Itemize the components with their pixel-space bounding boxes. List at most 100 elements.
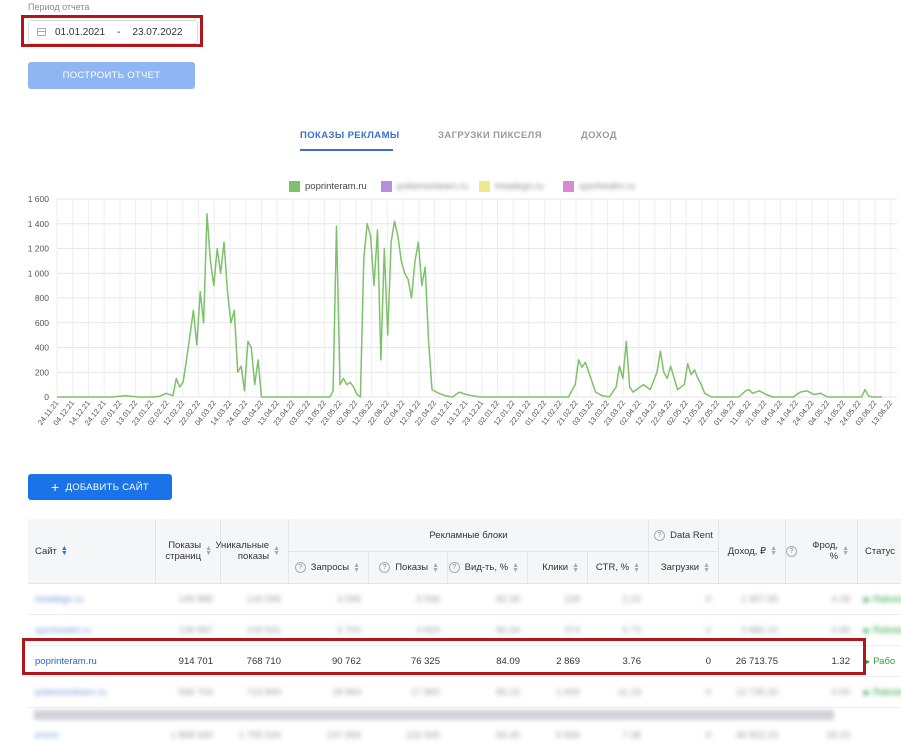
col-header-income[interactable]: Доход, ₽ ▲ ▼	[719, 519, 786, 584]
col-header-requests[interactable]: ? Запросы ▲ ▼	[289, 552, 369, 584]
chart-grid	[56, 198, 897, 398]
cell-text: 82.39	[496, 594, 520, 605]
sort-icon: ▲ ▼	[60, 545, 68, 557]
help-icon[interactable]: ?	[786, 545, 797, 557]
cell-text: 108	[564, 594, 580, 605]
cell-unique-views: 1 755 534	[221, 720, 289, 750]
cell-site[interactable]: итого	[28, 720, 156, 750]
cell-text: 0	[705, 625, 711, 636]
cell-text: 13 735.30	[735, 687, 778, 698]
col-header-page-views[interactable]: Показы страниц ▲ ▼	[156, 519, 221, 584]
cell-status: ▶ Rabota	[858, 677, 901, 708]
cell-income: 46 822.23	[719, 720, 786, 750]
cell-fraud: 18.22	[786, 720, 858, 750]
col-header-clicks[interactable]: Клики ▲ ▼	[528, 552, 588, 584]
help-icon[interactable]: ?	[294, 562, 306, 573]
cell-impressions: 122 605	[369, 720, 448, 750]
highlight-frame-period	[21, 15, 203, 47]
tab-pixel-loads[interactable]: ЗАГРУЗКИ ПИКСЕЛЯ	[438, 130, 542, 141]
add-site-button[interactable]: + ДОБАВИТЬ САЙТ	[28, 474, 172, 500]
cell-impressions: 3 936	[369, 584, 448, 615]
y-axis: 1 600 1 400 1 200 1 000 800 600 400 200 0	[28, 194, 50, 402]
cell-ctr: 7.38	[588, 720, 649, 750]
table-row[interactable]: итого 1 868 640 1 755 534 137 956 122 605 83.…	[28, 720, 901, 750]
active-tab-underline	[300, 149, 393, 151]
cell-viewability: 82.39	[448, 584, 528, 615]
cell-text: Rabota	[873, 687, 901, 698]
chart-tabs: ПОКАЗЫ РЕКЛАМЫ ЗАГРУЗКИ ПИКСЕЛЯ ДОХОД	[0, 130, 901, 152]
sort-icon: ▲ ▼	[703, 561, 710, 574]
build-report-button[interactable]: ПОСТРОИТЬ ОТЧЕТ	[28, 62, 195, 89]
help-icon[interactable]: ?	[379, 562, 391, 573]
col-header-loads[interactable]: Загрузки ▲ ▼	[649, 552, 719, 584]
col-group-ad-blocks: Рекламные блоки	[289, 519, 649, 552]
col-header-fraud[interactable]: ? Фрод, % ▲ ▼	[786, 519, 858, 584]
cell-text: 17 860	[410, 687, 440, 698]
tab-ad-impressions[interactable]: ПОКАЗЫ РЕКЛАМЫ	[300, 130, 400, 141]
help-icon[interactable]: ?	[654, 529, 666, 541]
help-icon[interactable]: ?	[448, 562, 460, 573]
col-header-site[interactable]: Сайт ▲ ▼	[28, 519, 156, 584]
sort-icon: ▲ ▼	[273, 545, 280, 557]
cell-text: 149 886	[178, 594, 213, 605]
plus-icon: +	[50, 479, 60, 495]
cell-text: 1 755 534	[238, 730, 281, 741]
cell-fraud: 4.18	[786, 584, 858, 615]
play-icon: ▶	[864, 688, 871, 697]
col-header-viewability[interactable]: ? Вид-ть, % ▲ ▼	[448, 552, 528, 584]
cell-text: pokemonlearn.ru	[35, 687, 107, 698]
chart-series	[57, 213, 882, 398]
cell-text: 80.34	[496, 625, 520, 636]
table-row[interactable]: treadegn.ru 149 886 124 096 4 096 3 936 82.39…	[28, 584, 901, 615]
sort-icon: ▲ ▼	[512, 561, 519, 574]
cell-site[interactable]: pokemonlearn.ru	[28, 677, 156, 708]
cell-text: 136 897	[178, 625, 213, 636]
summary-separator	[34, 710, 834, 720]
cell-text: 0	[705, 730, 711, 741]
cell-text: 1 957.95	[741, 594, 778, 605]
cell-income: 13 735.30	[719, 677, 786, 708]
cell-text: 2.22	[622, 594, 642, 605]
cell-text: 122 605	[405, 730, 440, 741]
cell-text: итого	[35, 730, 59, 741]
highlight-frame-row	[22, 638, 866, 675]
y-tick-label: 1 400	[28, 219, 50, 229]
cell-text: 4 824	[416, 625, 440, 636]
cell-text: 109 531	[246, 625, 281, 636]
col-header-status[interactable]: Статус	[858, 519, 901, 584]
cell-viewability: 83.45	[448, 720, 528, 750]
cell-text: 0	[705, 687, 711, 698]
col-header-unique-views[interactable]: Уникальные показы ▲ ▼	[215, 519, 289, 584]
impressions-line-chart: 1 600 1 400 1 200 1 000 800 600 400 200 0 24.11.…	[28, 194, 897, 427]
cell-text: 0.00	[831, 687, 851, 698]
col-header-impressions[interactable]: ? Показы ▲ ▼	[369, 552, 448, 584]
cell-status: ▶ Rabota	[858, 584, 901, 615]
add-site-label: ДОБАВИТЬ САЙТ	[65, 481, 150, 493]
cell-clicks: 5 556	[528, 720, 588, 750]
cell-status	[858, 720, 901, 750]
cell-viewability: 85.15	[448, 677, 528, 708]
cell-clicks: 108	[528, 584, 588, 615]
col-header-ctr[interactable]: CTR, % ▲ ▼	[588, 552, 649, 584]
cell-loads: 0	[649, 720, 719, 750]
cell-text: 0.96	[831, 625, 851, 636]
sort-icon: ▲ ▼	[205, 545, 212, 557]
cell-text: 1 600	[556, 687, 580, 698]
col-group-data-rent: ? Data Rent	[649, 519, 719, 552]
sort-icon: ▲ ▼	[842, 545, 849, 557]
cell-text: Рабо	[873, 656, 896, 667]
cell-unique-views: 723 800	[221, 677, 289, 708]
y-tick-label: 600	[35, 318, 49, 328]
cell-text: 4.18	[831, 594, 851, 605]
tab-income[interactable]: ДОХОД	[581, 130, 617, 141]
cell-unique-views: 124 096	[221, 584, 289, 615]
cell-text: 0	[705, 594, 711, 605]
cell-requests: 4 096	[289, 584, 369, 615]
table-row[interactable]: pokemonlearn.ru 566 704 723 800 18 964 17 86…	[28, 677, 901, 708]
cell-text: 11.16	[617, 687, 641, 698]
cell-text: sportrealm.ru	[35, 625, 91, 636]
cell-text: 723 800	[246, 687, 281, 698]
sort-icon: ▲ ▼	[572, 561, 579, 574]
cell-text: Rabota	[873, 594, 901, 605]
cell-site[interactable]: treadegn.ru	[28, 584, 156, 615]
